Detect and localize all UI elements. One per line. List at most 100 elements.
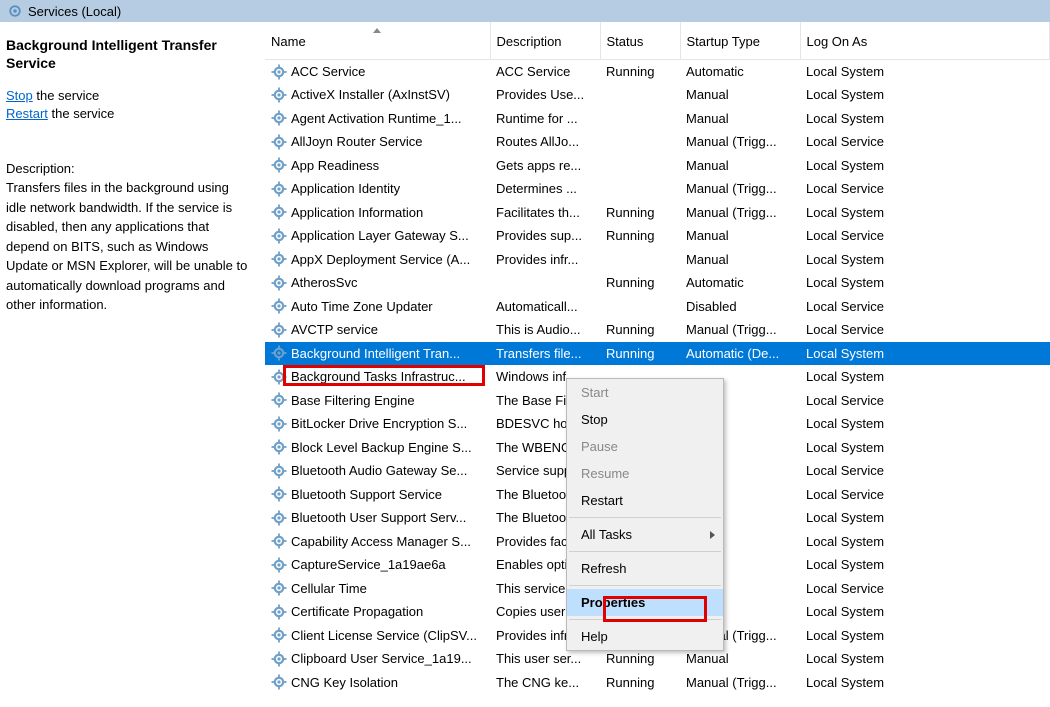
gear-icon	[271, 228, 287, 244]
service-name: ActiveX Installer (AxInstSV)	[291, 87, 450, 102]
service-name: Background Intelligent Tran...	[291, 346, 460, 361]
selected-service-heading: Background Intelligent Transfer Service	[6, 36, 249, 72]
service-startup-type: Automatic	[680, 60, 800, 84]
stop-service-line: Stop the service	[6, 88, 249, 103]
service-startup-type: Manual (Trigg...	[680, 130, 800, 154]
service-status: Running	[600, 60, 680, 84]
table-row[interactable]: Application IdentityDetermines ...Manual…	[265, 177, 1050, 201]
service-status	[600, 295, 680, 319]
service-startup-type: Automatic (De...	[680, 342, 800, 366]
menu-separator	[569, 585, 721, 586]
restart-service-line: Restart the service	[6, 106, 249, 121]
menu-help[interactable]: Help	[567, 623, 723, 650]
service-name: Certificate Propagation	[291, 604, 423, 619]
col-log-on-as[interactable]: Log On As	[800, 22, 1050, 60]
col-status[interactable]: Status	[600, 22, 680, 60]
gear-icon	[271, 416, 287, 432]
menu-stop[interactable]: Stop	[567, 406, 723, 433]
gear-icon	[271, 345, 287, 361]
stop-link[interactable]: Stop	[6, 88, 33, 103]
service-name: Application Information	[291, 205, 423, 220]
service-name: Bluetooth Support Service	[291, 487, 442, 502]
table-row[interactable]: ActiveX Installer (AxInstSV) Provides Use…	[265, 83, 1050, 107]
service-log-on-as: Local System	[800, 201, 1050, 225]
menu-refresh[interactable]: Refresh	[567, 555, 723, 582]
stop-suffix: the service	[33, 88, 99, 103]
service-startup-type: Automatic	[680, 271, 800, 295]
table-row[interactable]: ACC ServiceACC ServiceRunningAutomaticLo…	[265, 60, 1050, 84]
service-description: This is Audio...	[490, 318, 600, 342]
service-log-on-as: Local System	[800, 600, 1050, 624]
table-row[interactable]: Application InformationFacilitates th...…	[265, 201, 1050, 225]
services-list-pane: Name Description Status Startup Type Log…	[265, 22, 1050, 707]
service-name: Capability Access Manager S...	[291, 534, 471, 549]
gear-icon	[271, 486, 287, 502]
service-description: Automaticall...	[490, 295, 600, 319]
menu-separator	[569, 619, 721, 620]
service-status	[600, 83, 680, 107]
gear-icon	[271, 439, 287, 455]
menu-start[interactable]: Start	[567, 379, 723, 406]
gear-icon	[271, 674, 287, 690]
menu-resume[interactable]: Resume	[567, 460, 723, 487]
restart-link[interactable]: Restart	[6, 106, 48, 121]
service-name: Auto Time Zone Updater	[291, 299, 433, 314]
service-name: Bluetooth User Support Serv...	[291, 510, 466, 525]
details-pane: Background Intelligent Transfer Service …	[0, 22, 265, 707]
table-row[interactable]: App ReadinessGets apps re...ManualLocal …	[265, 154, 1050, 178]
service-name: AppX Deployment Service (A...	[291, 252, 470, 267]
service-startup-type: Disabled	[680, 295, 800, 319]
service-log-on-as: Local System	[800, 624, 1050, 648]
submenu-arrow-icon	[710, 531, 715, 539]
service-name: Application Layer Gateway S...	[291, 228, 469, 243]
table-row[interactable]: AVCTP serviceThis is Audio...RunningManu…	[265, 318, 1050, 342]
service-name: BitLocker Drive Encryption S...	[291, 416, 467, 431]
service-status: Running	[600, 342, 680, 366]
service-description: ACC Service	[490, 60, 600, 84]
menu-pause[interactable]: Pause	[567, 433, 723, 460]
table-row[interactable]: AllJoyn Router ServiceRoutes AllJo...Man…	[265, 130, 1050, 154]
gear-icon	[271, 298, 287, 314]
service-startup-type: Manual (Trigg...	[680, 671, 800, 695]
service-name: CNG Key Isolation	[291, 675, 398, 690]
menu-separator	[569, 517, 721, 518]
table-row[interactable]: AppX Deployment Service (A... Provides in…	[265, 248, 1050, 272]
service-description: Provides Use...	[490, 83, 600, 107]
titlebar-label: Services (Local)	[28, 4, 121, 19]
service-description: Runtime for ...	[490, 107, 600, 131]
gear-icon	[271, 627, 287, 643]
service-log-on-as: Local System	[800, 647, 1050, 671]
service-log-on-as: Local System	[800, 60, 1050, 84]
service-description: Determines ...	[490, 177, 600, 201]
table-row[interactable]: Background Intelligent Tran...Transfers …	[265, 342, 1050, 366]
description-text: Transfers files in the background using …	[6, 178, 249, 315]
menu-restart[interactable]: Restart	[567, 487, 723, 514]
col-description[interactable]: Description	[490, 22, 600, 60]
service-description: Provides infr...	[490, 248, 600, 272]
service-name: Client License Service (ClipSV...	[291, 628, 477, 643]
titlebar: Services (Local)	[0, 0, 1050, 22]
service-log-on-as: Local System	[800, 365, 1050, 389]
table-row[interactable]: Auto Time Zone Updater Automaticall... Dis…	[265, 295, 1050, 319]
service-name: App Readiness	[291, 158, 379, 173]
service-log-on-as: Local Service	[800, 459, 1050, 483]
service-name: Bluetooth Audio Gateway Se...	[291, 463, 467, 478]
col-name[interactable]: Name	[265, 22, 490, 60]
menu-properties[interactable]: Properties	[567, 589, 723, 616]
service-name: ACC Service	[291, 64, 365, 79]
table-row[interactable]: AtherosSvcRunningAutomaticLocal System	[265, 271, 1050, 295]
menu-all-tasks[interactable]: All Tasks	[567, 521, 723, 548]
table-row[interactable]: CNG Key IsolationThe CNG ke...RunningMan…	[265, 671, 1050, 695]
service-startup-type: Manual	[680, 154, 800, 178]
table-row[interactable]: Agent Activation Runtime_1...Runtime for…	[265, 107, 1050, 131]
gear-icon	[271, 251, 287, 267]
service-log-on-as: Local System	[800, 248, 1050, 272]
menu-separator	[569, 551, 721, 552]
service-status: Running	[600, 271, 680, 295]
service-description: The CNG ke...	[490, 671, 600, 695]
col-startup-type[interactable]: Startup Type	[680, 22, 800, 60]
service-status: Running	[600, 224, 680, 248]
service-name: Base Filtering Engine	[291, 393, 415, 408]
table-row[interactable]: Application Layer Gateway S...Provides s…	[265, 224, 1050, 248]
service-log-on-as: Local Service	[800, 577, 1050, 601]
